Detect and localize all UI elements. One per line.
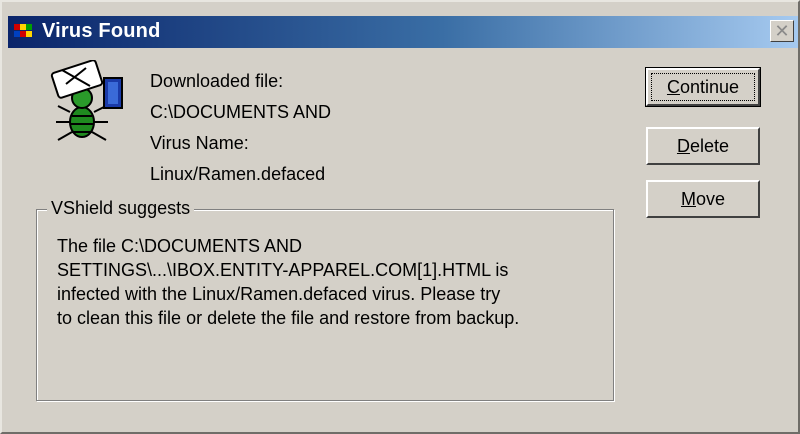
suggestion-line: infected with the Linux/Ramen.defaced vi… — [57, 284, 501, 304]
virus-name-value: Linux/Ramen.defaced — [150, 164, 326, 184]
move-button[interactable]: Move — [646, 180, 760, 218]
virus-bug-icon — [50, 60, 123, 141]
continue-button[interactable]: Continue — [645, 67, 761, 107]
continue-label: Continue — [666, 76, 740, 97]
virus-name-label: Virus Name: — [150, 133, 249, 153]
close-icon: ✕ — [774, 21, 790, 41]
delete-button[interactable]: Delete — [646, 127, 760, 165]
downloaded-file-path: C:\DOCUMENTS AND — [150, 102, 332, 122]
virus-shield-icon — [14, 24, 32, 37]
suggestion-text: The file C:\DOCUMENTS AND SETTINGS\...\I… — [57, 234, 617, 330]
virus-found-dialog: Virus Found ✕ Downloaded file: C:\DOCUME… — [0, 0, 800, 434]
group-label: VShield suggests — [47, 198, 195, 219]
close-button[interactable]: ✕ — [770, 20, 794, 42]
vshield-suggests-group: VShield suggests The file C:\DOCUMENTS A… — [36, 198, 617, 401]
title-bar[interactable]: Virus Found ✕ — [8, 16, 798, 48]
suggestion-line: SETTINGS\...\IBOX.ENTITY-APPAREL.COM[1].… — [57, 260, 509, 280]
dialog-title: Virus Found — [42, 20, 161, 42]
move-label: Move — [680, 188, 726, 209]
downloaded-file-label: Downloaded file: — [150, 71, 284, 91]
file-info: Downloaded file: C:\DOCUMENTS AND Virus … — [150, 66, 331, 190]
suggestion-line: to clean this file or delete the file an… — [57, 308, 520, 328]
delete-label: Delete — [676, 135, 730, 156]
suggestion-line: The file C:\DOCUMENTS AND — [57, 236, 303, 256]
